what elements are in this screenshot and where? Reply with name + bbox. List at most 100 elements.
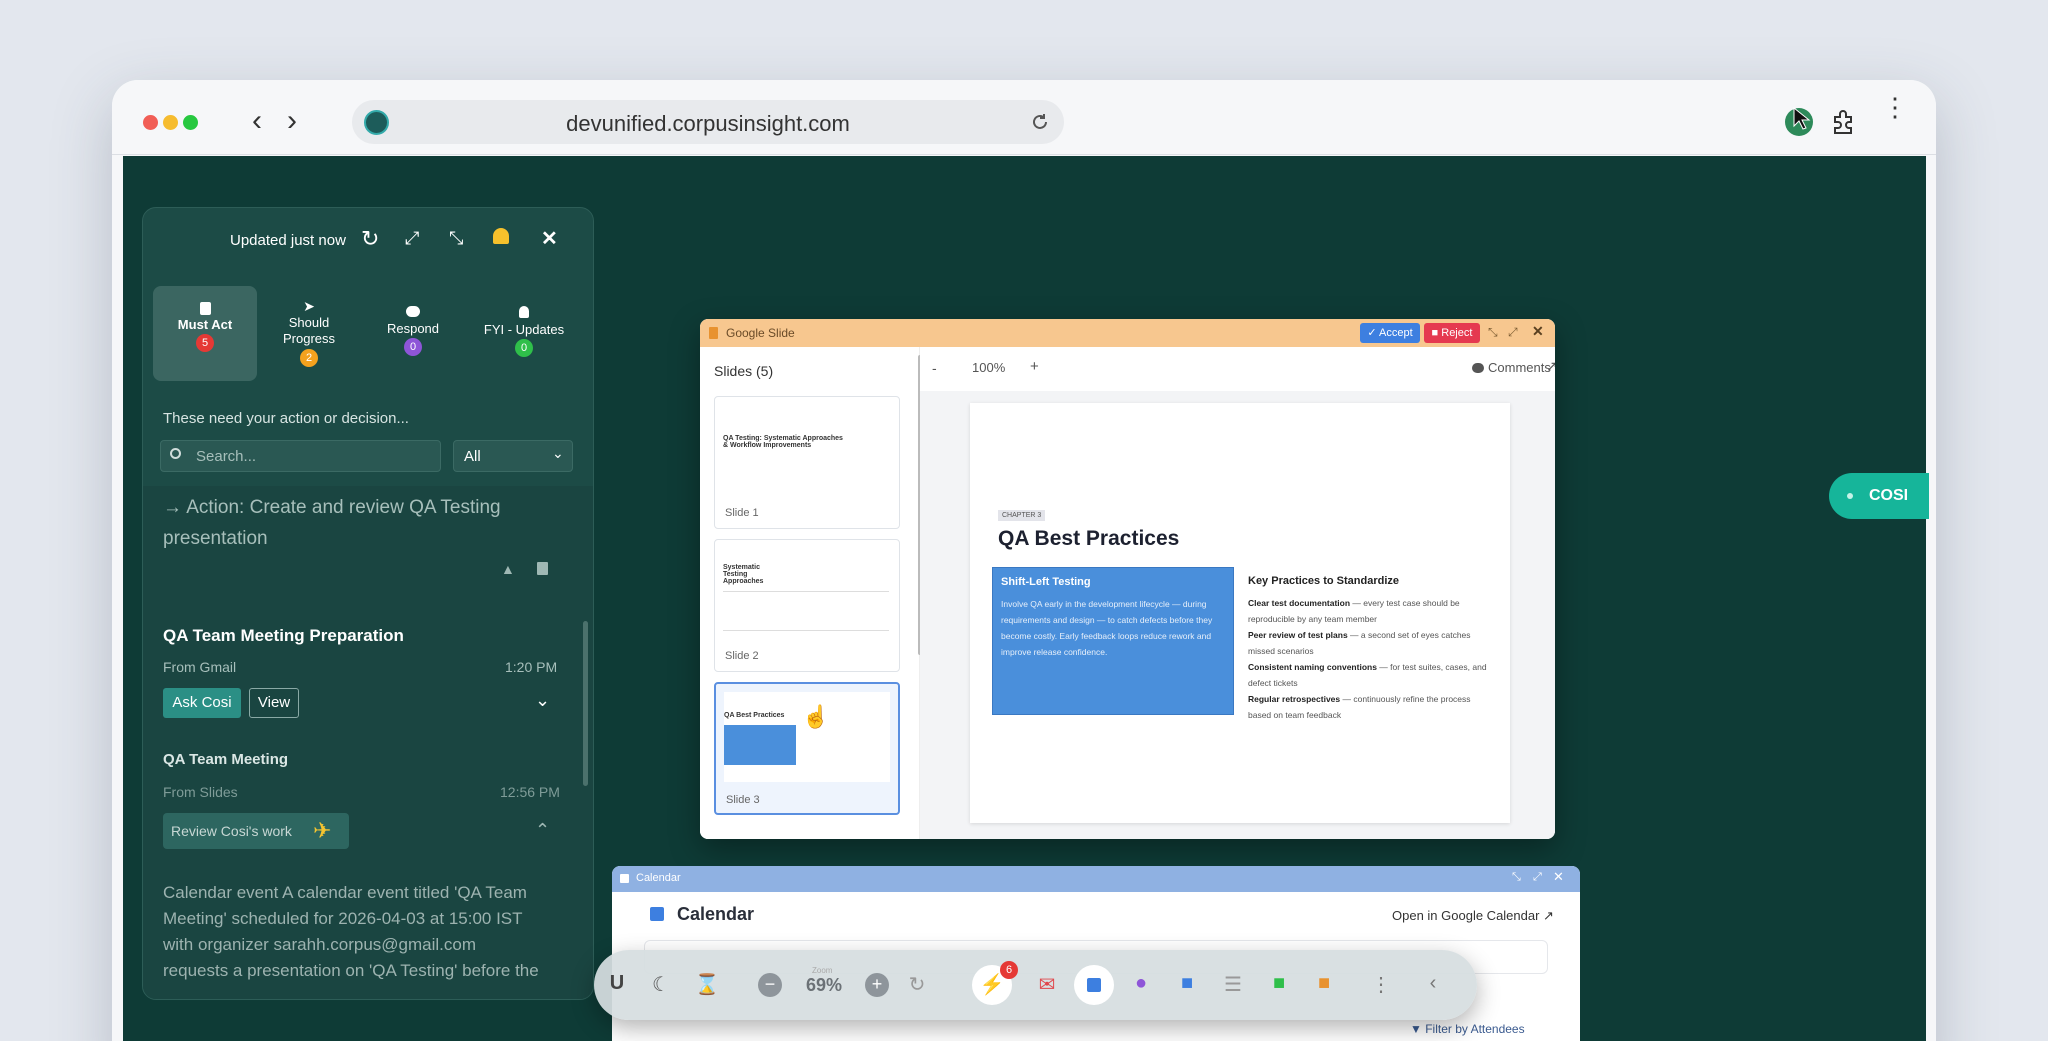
mail-icon[interactable]: ✉ <box>1034 972 1060 997</box>
zoom-in-button[interactable]: + <box>1030 358 1039 375</box>
pin-icon[interactable]: ▲ <box>501 561 515 577</box>
docs-icon[interactable]: ■ <box>1174 972 1200 995</box>
refresh-icon[interactable]: ↻ <box>361 226 379 252</box>
calendar-dock-button[interactable] <box>1074 965 1114 1005</box>
close-icon[interactable]: ✕ <box>1553 869 1564 885</box>
practice-bold: Consistent naming conventions <box>1248 662 1377 672</box>
reject-button[interactable]: ■ Reject <box>1424 323 1480 343</box>
close-icon[interactable]: ✕ <box>541 226 558 251</box>
zoom-out-button[interactable]: - <box>932 360 937 376</box>
accept-label: Accept <box>1379 327 1413 339</box>
review-label: Review Cosi's work <box>171 823 292 839</box>
sheets-icon[interactable]: ■ <box>1266 972 1292 995</box>
slides-icon[interactable]: ■ <box>1311 972 1337 995</box>
comments-button[interactable]: Comments <box>1488 360 1551 375</box>
tab-label: Should Progress <box>282 315 336 346</box>
more-icon[interactable]: ⋮ <box>1368 972 1394 997</box>
reload-icon[interactable] <box>1030 112 1050 132</box>
address-bar[interactable]: devunified.corpusinsight.com <box>352 100 1064 144</box>
thumb-title: Systematic Testing Approaches <box>723 564 764 585</box>
bell-icon[interactable] <box>493 228 509 244</box>
chat-icon <box>406 306 420 317</box>
collapse-icon[interactable]: ⤡ <box>449 228 463 249</box>
calendar-title: Calendar <box>677 904 755 924</box>
u-button[interactable]: U <box>604 972 630 995</box>
review-cosi-work-button[interactable]: Review Cosi's work ✈ <box>163 813 349 849</box>
practice-item: Consistent naming conventions — for test… <box>1248 659 1488 691</box>
back-icon[interactable]: ‹ <box>252 106 262 136</box>
tab-respond[interactable]: Respond 0 <box>361 286 465 381</box>
google-slide-window: Google Slide ✓ Accept ■ Reject ⤡ ⤢ ✕ Sli… <box>700 319 1555 839</box>
browser-toolbar: ‹ › devunified.corpusinsight.com ⋮ <box>112 80 1936 155</box>
filter-select[interactable]: All ⌄ <box>453 440 573 472</box>
slide-thumb-1[interactable]: QA Testing: Systematic Approaches & Work… <box>714 396 900 529</box>
slide-thumb-3[interactable]: QA Best Practices Slide 3 ☝ <box>714 682 900 815</box>
search-icon <box>170 448 181 459</box>
moon-icon[interactable]: ☾ <box>648 972 674 997</box>
close-icon[interactable]: ✕ <box>1532 323 1544 340</box>
item-source: From Gmail <box>163 659 237 675</box>
cosi-launcher[interactable]: COSI <box>1829 473 1929 519</box>
item-title[interactable]: QA Team Meeting <box>163 751 288 768</box>
expand-icon[interactable]: ⤢ <box>405 228 419 249</box>
minimize-dot[interactable] <box>163 115 178 130</box>
close-dot[interactable] <box>143 115 158 130</box>
chevron-down-icon: ⌄ <box>552 445 564 461</box>
filter-attendees-button[interactable]: ▼ Filter by Attendees <box>1410 1022 1525 1036</box>
calendar-icon <box>650 907 664 921</box>
accept-button[interactable]: ✓ Accept <box>1360 323 1420 343</box>
slides-count: Slides (5) <box>714 363 774 379</box>
tab-badge: 5 <box>196 334 214 352</box>
chevron-up-icon[interactable]: ⌃ <box>535 820 550 841</box>
status-dot <box>1847 493 1853 499</box>
menu-dots-icon[interactable]: ⋮ <box>1882 94 1908 120</box>
thumb-preview: QA Testing: Systematic Approaches & Work… <box>723 405 889 495</box>
forward-icon[interactable]: › <box>287 106 297 136</box>
chevron-left-icon[interactable]: ‹ <box>1420 972 1446 995</box>
zoom-out-icon[interactable]: − <box>758 973 782 997</box>
url-text: devunified.corpusinsight.com <box>566 111 850 136</box>
maximize-icon[interactable]: ⤢ <box>1533 871 1542 884</box>
zoom-caption: Zoom <box>812 966 833 975</box>
tab-must-act[interactable]: Must Act 5 <box>153 286 257 381</box>
ask-cosi-button[interactable]: Ask Cosi <box>163 688 241 718</box>
item-time: 12:56 PM <box>500 784 560 800</box>
search-placeholder: Search... <box>196 448 257 465</box>
chat-icon[interactable]: ● <box>1128 972 1154 995</box>
extensions-icon[interactable] <box>1830 108 1858 136</box>
zoom-percent: 69% <box>806 975 843 995</box>
open-google-calendar-link[interactable]: Open in Google Calendar ↗ <box>1392 908 1554 924</box>
zoom-level: 100% <box>972 360 1006 375</box>
thumb-table <box>723 591 889 631</box>
item-source: From Slides <box>163 784 238 800</box>
reset-icon[interactable]: ↻ <box>904 972 930 997</box>
hand-cursor-icon: ☝ <box>802 704 830 729</box>
list-area: → Action: Create and review QA Testing p… <box>143 486 593 999</box>
maximize-dot[interactable] <box>183 115 198 130</box>
hourglass-icon[interactable]: ⌛ <box>694 972 720 997</box>
thumb-box <box>724 725 796 765</box>
updated-status: Updated just now <box>230 232 346 249</box>
scrollbar[interactable] <box>583 621 588 786</box>
practice-item: Clear test documentation — every test ca… <box>1248 595 1488 627</box>
zoom-in-icon[interactable]: + <box>865 973 889 997</box>
assistant-panel: Updated just now ↻ ⤢ ⤡ ✕ Must Act 5 ➤ Sh… <box>142 207 594 1000</box>
item-title[interactable]: QA Team Meeting Preparation <box>163 626 404 646</box>
tab-label: FYI - Updates <box>483 322 565 337</box>
slides-icon <box>709 327 718 339</box>
clipboard-icon <box>199 302 211 315</box>
minimize-icon[interactable]: ⤡ <box>1512 871 1521 884</box>
minimize-icon[interactable]: ⤡ <box>1488 325 1498 340</box>
external-link-icon[interactable]: ↗ <box>1546 358 1555 375</box>
chevron-down-icon[interactable]: ⌄ <box>535 690 550 711</box>
action-text: → Action: Create and review QA Testing p… <box>163 497 501 549</box>
trash-icon[interactable] <box>537 562 548 575</box>
event-description: Calendar event A calendar event titled '… <box>163 883 539 980</box>
tab-should-progress[interactable]: ➤ Should Progress 2 <box>257 286 361 381</box>
list-icon[interactable]: ☰ <box>1220 972 1246 997</box>
tab-fyi-updates[interactable]: FYI - Updates 0 <box>465 286 583 381</box>
maximize-icon[interactable]: ⤢ <box>1508 325 1518 340</box>
view-button[interactable]: View <box>249 688 299 718</box>
slide-thumb-2[interactable]: Systematic Testing Approaches Slide 2 <box>714 539 900 672</box>
search-input[interactable]: Search... <box>160 440 441 472</box>
